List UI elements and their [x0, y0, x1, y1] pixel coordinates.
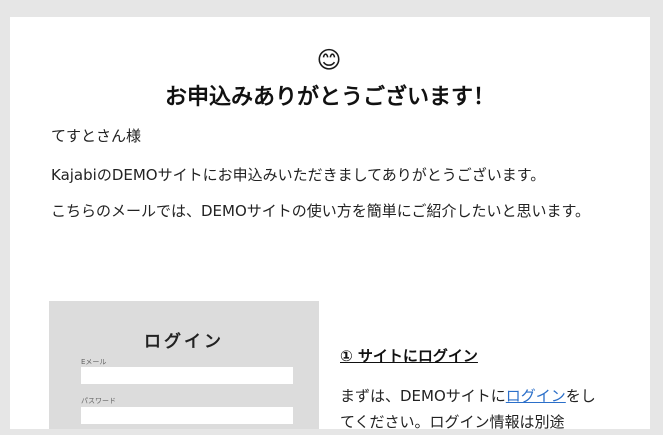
login-image-password-label: パスワード: [81, 397, 116, 405]
intro-text: こちらのメールでは、DEMOサイトの使い方を簡単にご紹介したいと思います。: [51, 202, 590, 220]
login-screenshot-image: ログイン Eメール パスワード: [49, 301, 319, 429]
step1-text: まずは、DEMOサイトにログインをしてください。ログイン情報は別途: [340, 383, 600, 435]
login-image-email-label: Eメール: [81, 358, 107, 366]
step1-text-before: まずは、DEMOサイトに: [340, 387, 506, 405]
email-body: 😊 お申込みありがとうございます！ てすとさん様 KajabiのDEMOサイトに…: [10, 17, 650, 431]
greeting-text: てすとさん様: [51, 127, 142, 145]
login-image-title: ログイン: [144, 332, 224, 352]
login-image-email-field: [81, 367, 293, 384]
thanks-text: KajabiのDEMOサイトにお申込みいただきましてありがとうございます。: [51, 166, 546, 184]
login-link[interactable]: ログイン: [506, 387, 566, 405]
login-image-password-field: [81, 407, 293, 424]
thank-you-heading: お申込みありがとうございます！: [164, 85, 495, 110]
smiley-emoji-icon: 😊: [316, 46, 342, 74]
step1-heading: ① サイトにログイン: [340, 347, 478, 365]
